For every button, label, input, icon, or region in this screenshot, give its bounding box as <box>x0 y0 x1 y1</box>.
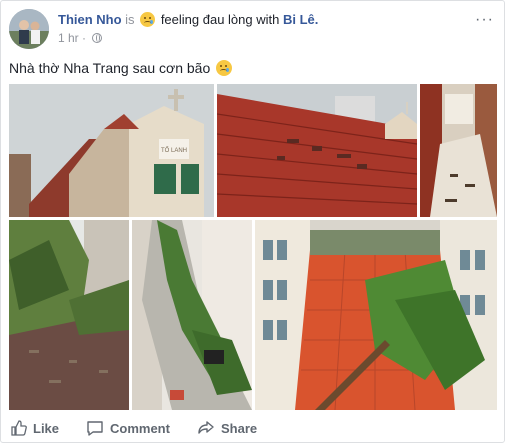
feeling-text: feeling đau lòng with <box>160 12 280 27</box>
photo-church-with-damaged-roof[interactable]: TỔ LANH <box>9 84 214 217</box>
share-label: Share <box>221 420 258 436</box>
avatar[interactable] <box>9 9 49 49</box>
comment-icon <box>87 421 103 436</box>
author-name[interactable]: Thien Nho <box>58 12 122 27</box>
timestamp[interactable]: 1 hr <box>58 31 79 45</box>
post-meta: 1 hr · <box>58 31 103 45</box>
sad-tear-emoji-icon <box>216 60 233 76</box>
message-text: Nhà thờ Nha Trang sau cơn bão <box>9 60 211 76</box>
separator: · <box>82 31 90 45</box>
post-card: Thien Nho is feeling đau lòng with Bi Lê… <box>0 0 505 443</box>
sad-tear-emoji-icon <box>140 12 156 27</box>
more-options-icon[interactable]: ··· <box>475 11 494 29</box>
photo-courtyard-fallen-trees[interactable] <box>9 220 129 410</box>
post-message: Nhà thờ Nha Trang sau cơn bão <box>9 60 234 76</box>
action-bar: Like Comment Share <box>1 416 504 442</box>
like-label: Like <box>33 420 60 436</box>
photo-alley-with-tree-debris[interactable] <box>132 220 252 410</box>
photo-red-tile-roof-damaged[interactable] <box>217 84 417 217</box>
photo-grid: TỔ LANH <box>9 84 497 410</box>
comment-label: Comment <box>110 420 170 436</box>
globe-icon[interactable] <box>92 33 103 43</box>
photo-red-tile-courtyard-fallen-tree[interactable] <box>255 220 497 410</box>
post-header: Thien Nho is feeling đau lòng with Bi Lê… <box>58 12 318 27</box>
is-text: is <box>125 12 135 27</box>
like-button[interactable]: Like <box>11 416 59 440</box>
share-button[interactable]: Share <box>197 416 257 440</box>
share-icon <box>198 421 214 434</box>
tagged-friend[interactable]: Bi Lê. <box>283 12 318 27</box>
thumbs-up-icon <box>11 420 27 436</box>
comment-button[interactable]: Comment <box>86 416 170 440</box>
church-sign: TỔ LANH <box>161 147 187 154</box>
photo-balcony-debris[interactable] <box>420 84 497 217</box>
